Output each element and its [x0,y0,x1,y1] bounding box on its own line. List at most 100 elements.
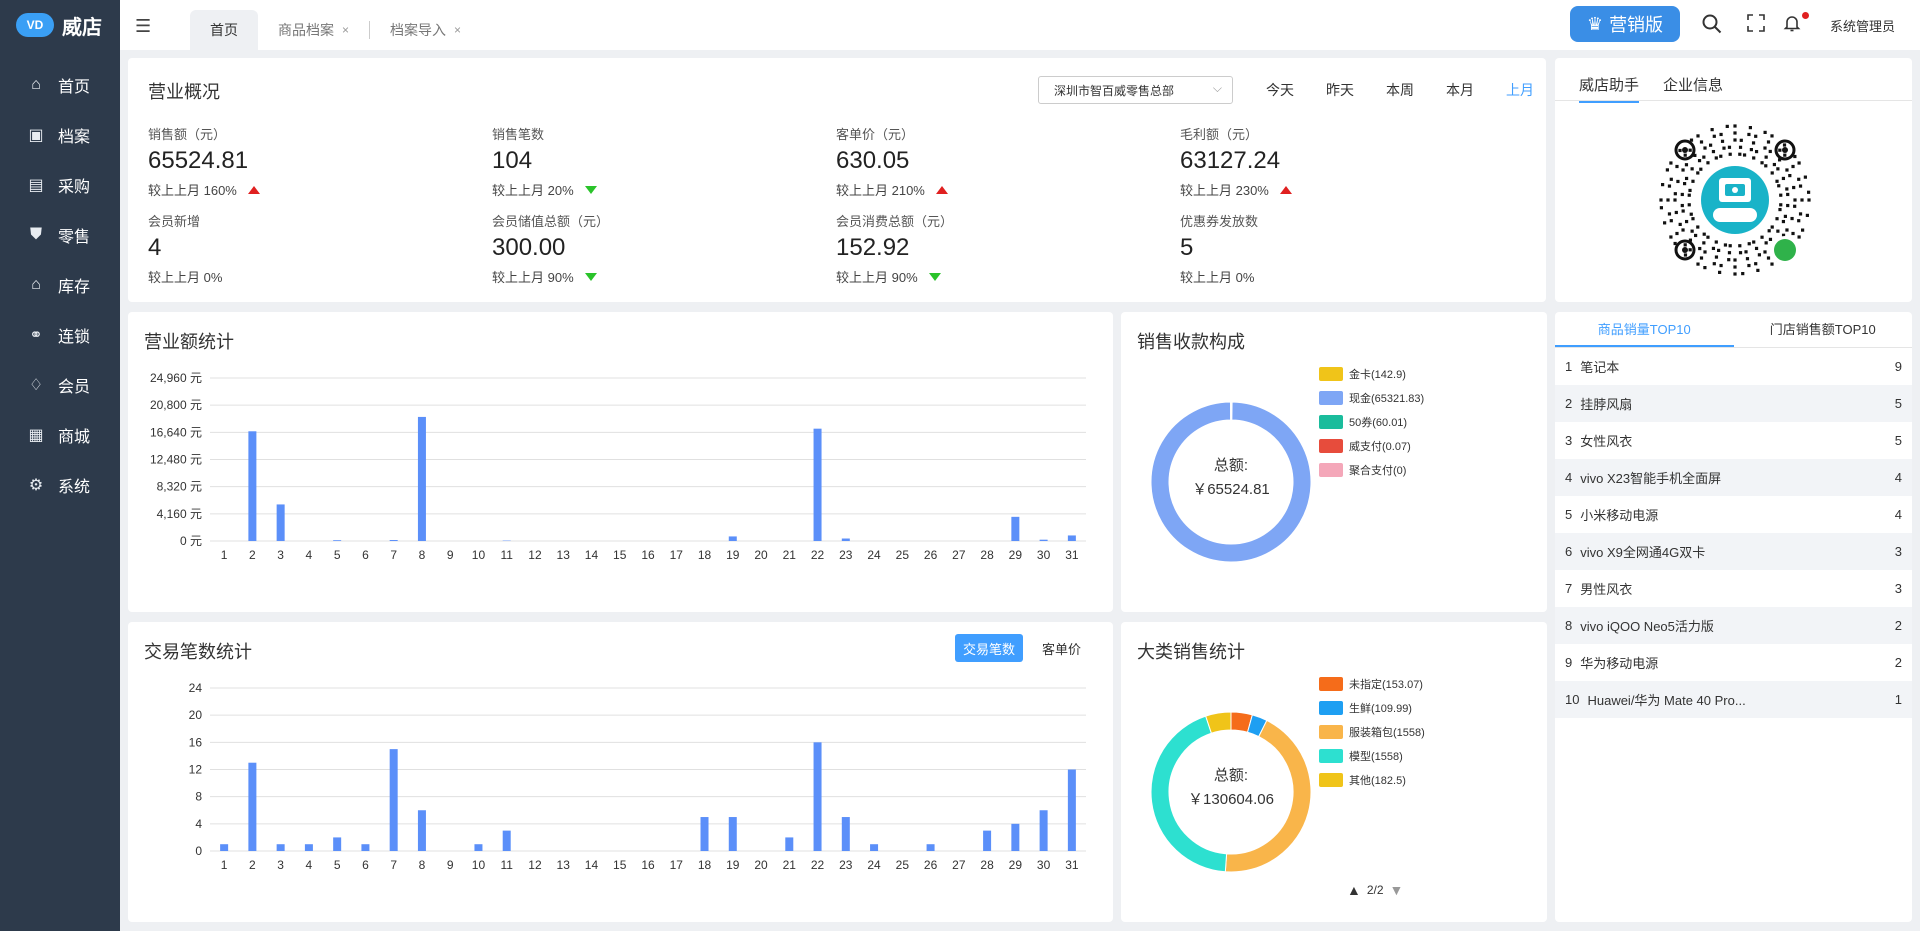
metric-compare: 较上上月 210% [836,180,1156,199]
metric-value: 4 [148,234,162,261]
legend-item[interactable]: 威支付(0.07) [1319,434,1424,458]
sidebar-item-label: 采购 [58,179,91,196]
sidebar-item-5[interactable]: ⚭ 连锁 [0,310,120,360]
sidebar-item-0[interactable]: ⌂ 首页 [0,60,120,110]
qr-dot [1733,272,1737,276]
legend-item[interactable]: 生鲜(109.99) [1319,696,1425,720]
rank-item-name: 华为移动电源 [1580,656,1659,671]
member-icon: ♢ [28,377,44,394]
tab-store-sales-top10[interactable]: 门店销售额TOP10 [1734,312,1913,347]
qr-dot [1674,210,1678,215]
legend-item[interactable]: 现金(65321.83) [1319,386,1424,410]
qr-dot [1696,262,1700,266]
range-tab[interactable]: 本月 [1430,80,1490,100]
list-item[interactable]: 7 男性风衣 3 [1555,570,1912,607]
legend-item[interactable]: 其他(182.5) [1319,768,1425,792]
sidebar-item-7[interactable]: ▦ 商城 [0,410,120,460]
x-tick-label: 29 [1009,548,1023,562]
qr-dot [1699,256,1704,260]
tab-product-sales-top10[interactable]: 商品销量TOP10 [1555,312,1734,347]
legend-item[interactable]: 聚合支付(0) [1319,458,1424,482]
tab-assistant[interactable]: 威店助手 [1579,68,1640,103]
category-legend: 未指定(153.07) 生鲜(109.99) 服装箱包(1558) 模型(1558) 其… [1319,672,1425,792]
metric-compare-text: 较上上月 0% [1180,270,1255,285]
qr-dot [1793,204,1797,208]
x-tick-label: 28 [980,548,994,562]
x-tick-label: 20 [754,858,768,872]
range-tab[interactable]: 昨天 [1310,80,1370,100]
rank-count: 4 [1894,470,1902,485]
bar [926,844,935,851]
rank-item-name: vivo X23智能手机全面屏 [1580,471,1722,486]
list-item[interactable]: 1 笔记本 9 [1555,348,1912,385]
bar [248,431,257,541]
marketing-edition-button[interactable]: ♛ 营销版 [1570,6,1680,42]
sidebar-item-4[interactable]: ⌂ 库存 [0,260,120,310]
x-tick-label: 10 [472,548,486,562]
trade-count-button[interactable]: 交易笔数 [955,634,1024,662]
qr-dot [1669,161,1673,165]
list-item[interactable]: 5 小米移动电源 4 [1555,496,1912,533]
overview-card: 营业概况 深圳市智百威零售总部 ⌵ 今天 昨天 本周 本月 上月 销售额（元） 65524… [128,58,1546,302]
y-tick-label: 0 元 [180,534,202,548]
sidebar-item-3[interactable]: ⛊ 零售 [0,210,120,260]
payment-legend: 金卡(142.9) 现金(65321.83) 50券(60.01) 威支付(0.07)… [1319,362,1424,482]
list-item[interactable]: 3 女性风衣 5 [1555,422,1912,459]
triangle-down-icon[interactable]: ▼ [1390,882,1404,898]
qr-dot [1681,209,1685,213]
range-tab[interactable]: 上月 [1490,80,1550,100]
close-icon[interactable]: × [454,23,461,37]
range-tab[interactable]: 今天 [1250,80,1310,100]
close-icon[interactable]: × [342,23,349,37]
range-tab[interactable]: 本周 [1370,80,1430,100]
legend-item[interactable]: 未指定(153.07) [1319,672,1425,696]
bell-icon[interactable] [1783,14,1801,37]
tab-company-info[interactable]: 企业信息 [1663,68,1723,103]
brand[interactable]: VD 威店 [0,0,120,50]
list-item[interactable]: 9 华为移动电源 2 [1555,644,1912,681]
x-tick-label: 13 [557,548,571,562]
rank-count: 5 [1894,396,1902,411]
sidebar-item-6[interactable]: ♢ 会员 [0,360,120,410]
search-icon[interactable] [1702,14,1722,39]
triangle-up-icon[interactable]: ▲ [1347,882,1361,898]
list-item[interactable]: 10 Huawei/华为 Mate 40 Pro... 1 [1555,681,1912,718]
list-item[interactable]: 2 挂脖风扇 5 [1555,385,1912,422]
list-item[interactable]: 8 vivo iQOO Neo5活力版 2 [1555,607,1912,644]
qr-dot [1798,184,1803,188]
legend-item[interactable]: 50券(60.01) [1319,410,1424,434]
legend-item[interactable]: 模型(1558) [1319,744,1425,768]
pager-text: 2/2 [1366,883,1384,897]
sidebar-item-1[interactable]: ▣ 档案 [0,110,120,160]
sidebar-item-8[interactable]: ⚙ 系统 [0,460,120,510]
list-item[interactable]: 6 vivo X9全网通4G双卡 3 [1555,533,1912,570]
qr-dot [1778,148,1782,152]
tab-label: 商品档案 [278,22,334,38]
qr-dot [1702,241,1706,245]
qr-dot [1718,270,1722,274]
legend-item[interactable]: 服装箱包(1558) [1319,720,1425,744]
qr-dot [1699,140,1704,144]
user-name[interactable]: 系统管理员 [1830,16,1895,35]
qr-dot [1678,222,1682,227]
menu-toggle-icon[interactable]: ☰ [135,16,151,37]
payment-total: 总额: ￥65524.81 [1176,454,1286,502]
tab-home[interactable]: 首页 [190,10,258,50]
bar [700,817,709,851]
metric-compare-text: 较上上月 90% [836,270,918,285]
avg-price-button[interactable]: 客单价 [1034,634,1089,662]
legend-item[interactable]: 金卡(142.9) [1319,362,1424,386]
x-tick-label: 5 [334,858,341,872]
x-tick-label: 15 [613,858,627,872]
sidebar-item-2[interactable]: ▤ 采购 [0,160,120,210]
qr-dot [1688,188,1692,193]
store-select[interactable]: 深圳市智百威零售总部 ⌵ [1038,76,1233,104]
list-item[interactable]: 4 vivo X23智能手机全面屏 4 [1555,459,1912,496]
rank-count: 3 [1894,581,1902,596]
tab-product-archive[interactable]: 商品档案 × [258,10,369,50]
qr-dot [1754,134,1758,138]
payment-title: 销售收款构成 [1137,332,1245,352]
tab-archive-import[interactable]: 档案导入 × [370,10,481,50]
category-sales-card: 大类销售统计 总额: ￥130604.06 未指定(153.07) 生鲜(109.… [1121,622,1547,922]
fullscreen-icon[interactable] [1747,14,1765,37]
